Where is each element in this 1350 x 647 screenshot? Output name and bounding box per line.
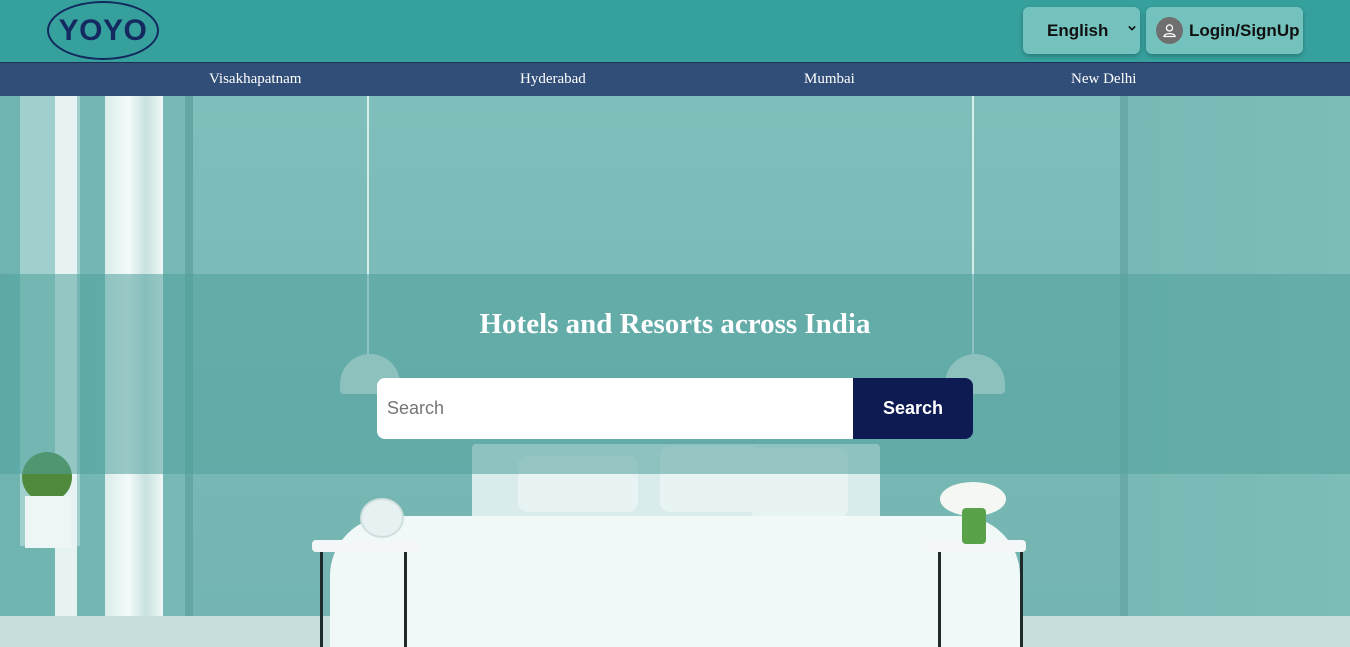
hero-title: Hotels and Resorts across India (479, 308, 871, 340)
search-bar: Search (377, 378, 973, 439)
bed (330, 516, 1020, 647)
language-selected-value: English (1047, 20, 1109, 40)
logo-text: YOYO (58, 13, 148, 47)
user-icon (1156, 17, 1183, 44)
city-nav: Visakhapatnam Hyderabad Mumbai New Delhi (0, 62, 1350, 96)
logo[interactable]: YOYO (47, 1, 159, 60)
search-button[interactable]: Search (853, 378, 973, 439)
login-signup-label: Login/SignUp (1189, 20, 1300, 40)
side-table-left (312, 540, 420, 552)
city-link-hyderabad[interactable]: Hyderabad (520, 71, 586, 88)
city-link-mumbai[interactable]: Mumbai (804, 71, 855, 88)
language-select[interactable]: English (1023, 7, 1140, 54)
city-link-new-delhi[interactable]: New Delhi (1071, 71, 1136, 88)
city-link-visakhapatnam[interactable]: Visakhapatnam (209, 71, 301, 88)
login-signup-button[interactable]: Login/SignUp (1146, 7, 1303, 54)
alarm-clock (360, 498, 404, 538)
chevron-down-icon (1128, 25, 1136, 31)
search-input[interactable] (377, 378, 853, 439)
search-band (0, 274, 1350, 474)
header: YOYO English Login/SignUp (0, 0, 1350, 62)
